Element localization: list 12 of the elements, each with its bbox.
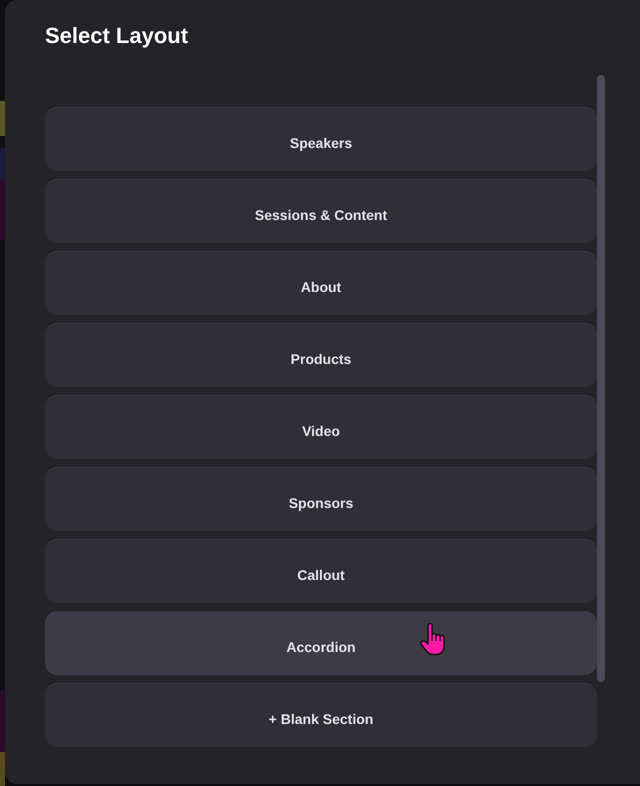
layout-option-button[interactable]: Sponsors [45, 467, 597, 531]
hand-cursor-icon [419, 622, 445, 656]
layout-option-button[interactable]: About [45, 251, 597, 315]
layout-option-button[interactable]: + Blank Section [45, 683, 597, 747]
layout-option-button[interactable]: Speakers [45, 107, 597, 171]
layout-option-button[interactable]: Sessions & Content [45, 179, 597, 243]
layout-option-button[interactable]: Accordion [45, 611, 597, 675]
layout-option-button[interactable]: Callout [45, 539, 597, 603]
layout-option-button[interactable]: Products [45, 323, 597, 387]
scrollbar-thumb[interactable] [597, 75, 605, 682]
layout-option-button[interactable]: Video [45, 395, 597, 459]
modal-title: Select Layout [45, 22, 188, 50]
